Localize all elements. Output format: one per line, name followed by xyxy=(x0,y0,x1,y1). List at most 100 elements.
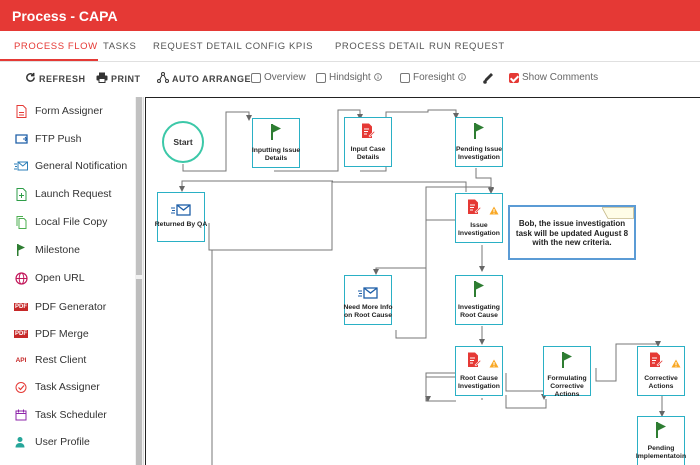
tab-tasks[interactable]: TASKS xyxy=(103,41,136,52)
print-label: PRINT xyxy=(111,73,141,84)
node-investigating-root-cause[interactable]: Investigating Root Cause xyxy=(455,275,503,325)
node-input-case-details[interactable]: Input Case Details xyxy=(344,117,392,167)
form-edit-icon xyxy=(467,352,482,373)
sidebar-item-label: Open URL xyxy=(35,272,85,284)
sidebar-item-milestone[interactable]: Milestone xyxy=(0,237,135,263)
sidebar-item-label: PDF Generator xyxy=(35,301,107,313)
flow-connectors xyxy=(179,109,665,465)
sidebar-item-label: FTP Push xyxy=(35,133,82,145)
comment-note[interactable]: Bob, the issue investigation task will b… xyxy=(508,205,636,260)
node-label: Need More Info on Root Cause xyxy=(343,304,393,319)
overview-checkbox[interactable] xyxy=(251,72,261,83)
sidebar-item-label: Task Scheduler xyxy=(35,409,107,421)
auto-arrange-button[interactable]: AUTO ARRANGE xyxy=(157,72,251,85)
flag-icon xyxy=(473,123,485,144)
sidebar-item-task-assigner[interactable]: Task Assigner xyxy=(0,374,135,400)
form-edit-icon xyxy=(649,352,664,373)
sidebar-item-label: Task Assigner xyxy=(35,381,100,393)
node-label: Input Case Details xyxy=(350,146,386,161)
globe-icon xyxy=(14,271,28,285)
node-pending-implementation[interactable]: Pending Implementatoin xyxy=(635,416,687,465)
tab-process-flow[interactable]: PROCESS FLOW xyxy=(14,41,98,52)
notification-icon xyxy=(14,159,28,173)
hindsight-label: Hindsight xyxy=(329,72,371,83)
api-badge: API xyxy=(15,356,27,364)
hindsight-toggle[interactable]: Hindsight xyxy=(316,72,382,83)
process-flow-canvas[interactable]: Start Inputting Issue Details Input Case… xyxy=(145,97,700,465)
flag-icon xyxy=(270,124,282,145)
tab-run-request[interactable]: RUN REQUEST xyxy=(429,41,505,52)
foresight-label: Foresight xyxy=(413,72,455,83)
sidebar-item-label: Milestone xyxy=(35,244,80,256)
sidebar-item-open-url[interactable]: Open URL xyxy=(0,265,135,291)
flag-icon xyxy=(14,243,28,257)
sidebar-item-label: Form Assigner xyxy=(35,105,103,117)
sidebar-item-ftp-push[interactable]: FTP Push xyxy=(0,126,135,152)
node-returned-by-qa[interactable]: Returned By QA xyxy=(155,192,207,242)
overview-label: Overview xyxy=(264,72,306,83)
toolbar: REFRESH PRINT AUTO ARRANGE Overview Hind… xyxy=(0,62,700,94)
active-tab-indicator xyxy=(0,59,98,61)
page-title: Process - CAPA xyxy=(12,8,118,24)
node-root-cause-investigation[interactable]: Root Cause Investigation xyxy=(455,346,503,396)
calendar-icon xyxy=(14,408,28,422)
sidebar-item-task-scheduler[interactable]: Task Scheduler xyxy=(0,402,135,428)
sidebar-item-local-file-copy[interactable]: Local File Copy xyxy=(0,209,135,235)
refresh-button[interactable]: REFRESH xyxy=(25,72,86,85)
comment-text: Bob, the issue investigation task will b… xyxy=(515,219,629,247)
sidebar-item-form-assigner[interactable]: Form Assigner xyxy=(0,98,135,124)
auto-arrange-icon xyxy=(157,72,169,85)
node-pending-issue-investigation[interactable]: Pending Issue Investigation xyxy=(455,117,503,167)
show-comments-toggle[interactable]: Show Comments xyxy=(509,72,598,83)
sidebar-item-label: Rest Client xyxy=(35,354,87,366)
comment-fold-icon xyxy=(602,207,634,219)
start-node[interactable]: Start xyxy=(162,121,204,163)
refresh-label: REFRESH xyxy=(39,73,86,84)
node-formulating-corrective-actions[interactable]: Formulating Corrective Actions xyxy=(543,346,591,398)
warning-icon xyxy=(671,355,681,373)
sidebar-item-general-notification[interactable]: General Notification xyxy=(0,153,135,179)
sidebar-scrollbar-thumb[interactable] xyxy=(136,97,142,275)
sidebar-item-label: Launch Request xyxy=(35,188,112,200)
node-label: Pending Implementatoin xyxy=(635,445,687,460)
tab-process-detail[interactable]: PROCESS DETAIL xyxy=(335,41,425,52)
node-label: Investigating Root Cause xyxy=(458,304,500,319)
node-inputting-issue-details[interactable]: Inputting Issue Details xyxy=(252,118,300,168)
sidebar-item-pdf-generator[interactable]: PDF PDF Generator xyxy=(0,294,135,320)
ftp-icon xyxy=(14,132,28,146)
node-label: Pending Issue Investigation xyxy=(455,146,503,161)
comment-edit-icon[interactable] xyxy=(482,72,495,84)
hindsight-checkbox[interactable] xyxy=(316,72,326,83)
print-button[interactable]: PRINT xyxy=(96,72,141,85)
show-comments-label: Show Comments xyxy=(522,72,599,83)
task-assigner-icon xyxy=(14,380,28,394)
pdf-icon: PDF xyxy=(14,300,28,314)
sidebar-item-pdf-merge[interactable]: PDF PDF Merge xyxy=(0,321,135,347)
hindsight-info-icon[interactable] xyxy=(373,72,382,83)
tab-request-detail-config[interactable]: REQUEST DETAIL CONFIG xyxy=(153,41,286,52)
refresh-icon xyxy=(25,72,36,85)
pdf-badge: PDF xyxy=(14,303,28,311)
node-corrective-actions[interactable]: Corrective Actions xyxy=(637,346,685,396)
overview-toggle[interactable]: Overview xyxy=(251,72,306,83)
node-need-more-info[interactable]: Need More Info on Root Cause xyxy=(343,275,393,325)
notification-icon xyxy=(171,203,191,221)
tab-kpis[interactable]: KPIS xyxy=(289,41,313,52)
foresight-checkbox[interactable] xyxy=(400,72,410,83)
sidebar-item-label: User Profile xyxy=(35,436,90,448)
launch-icon xyxy=(14,187,28,201)
sidebar-item-user-profile[interactable]: User Profile xyxy=(0,429,135,455)
sidebar-item-label: General Notification xyxy=(35,160,128,172)
foresight-info-icon[interactable] xyxy=(457,72,466,83)
sidebar-item-rest-client[interactable]: API Rest Client xyxy=(0,347,135,373)
sidebar-item-launch-request[interactable]: Launch Request xyxy=(0,181,135,207)
foresight-toggle[interactable]: Foresight xyxy=(400,72,466,83)
show-comments-checkbox[interactable] xyxy=(509,72,519,83)
file-copy-icon xyxy=(14,215,28,229)
tab-bar: PROCESS FLOW TASKS REQUEST DETAIL CONFIG… xyxy=(0,31,700,62)
notification-icon xyxy=(358,286,378,304)
node-label: Issue Investigation xyxy=(458,222,500,237)
node-label: Formulating Corrective Actions xyxy=(547,375,587,398)
node-issue-investigation[interactable]: Issue Investigation xyxy=(455,193,503,243)
user-icon xyxy=(14,435,28,449)
